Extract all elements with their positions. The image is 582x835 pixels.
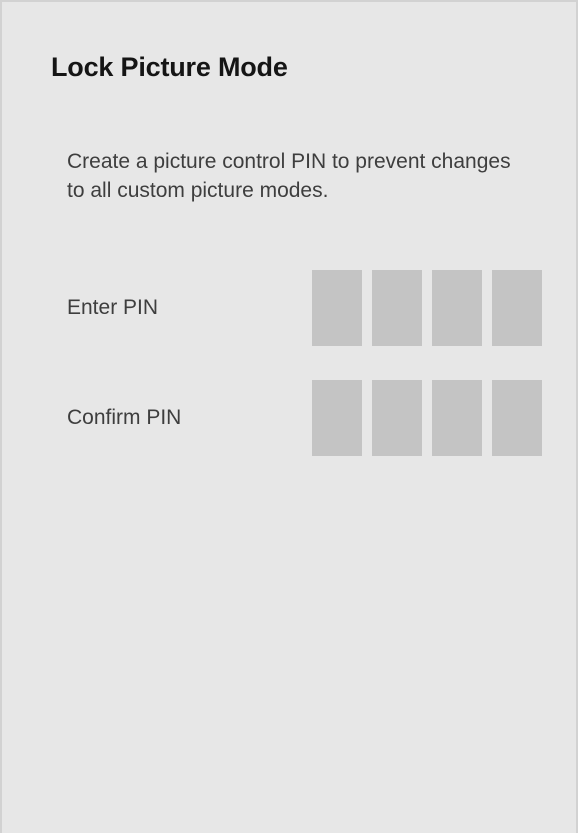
enter-pin-digit-1[interactable] [312, 270, 362, 346]
lock-picture-mode-panel: Lock Picture Mode Create a picture contr… [0, 0, 578, 833]
confirm-pin-digit-2[interactable] [372, 380, 422, 456]
enter-pin-field [312, 270, 542, 346]
confirm-pin-digit-4[interactable] [492, 380, 542, 456]
confirm-pin-field [312, 380, 542, 456]
enter-pin-digit-2[interactable] [372, 270, 422, 346]
confirm-pin-label: Confirm PIN [67, 406, 182, 429]
instructions-text: Create a picture control PIN to prevent … [67, 150, 511, 202]
enter-pin-row: Enter PIN [67, 270, 547, 346]
enter-pin-digit-4[interactable] [492, 270, 542, 346]
enter-pin-digit-3[interactable] [432, 270, 482, 346]
confirm-pin-digit-1[interactable] [312, 380, 362, 456]
enter-pin-label: Enter PIN [67, 296, 159, 319]
confirm-pin-row: Confirm PIN [67, 380, 547, 456]
page-title: Lock Picture Mode [51, 52, 288, 82]
confirm-pin-digit-3[interactable] [432, 380, 482, 456]
